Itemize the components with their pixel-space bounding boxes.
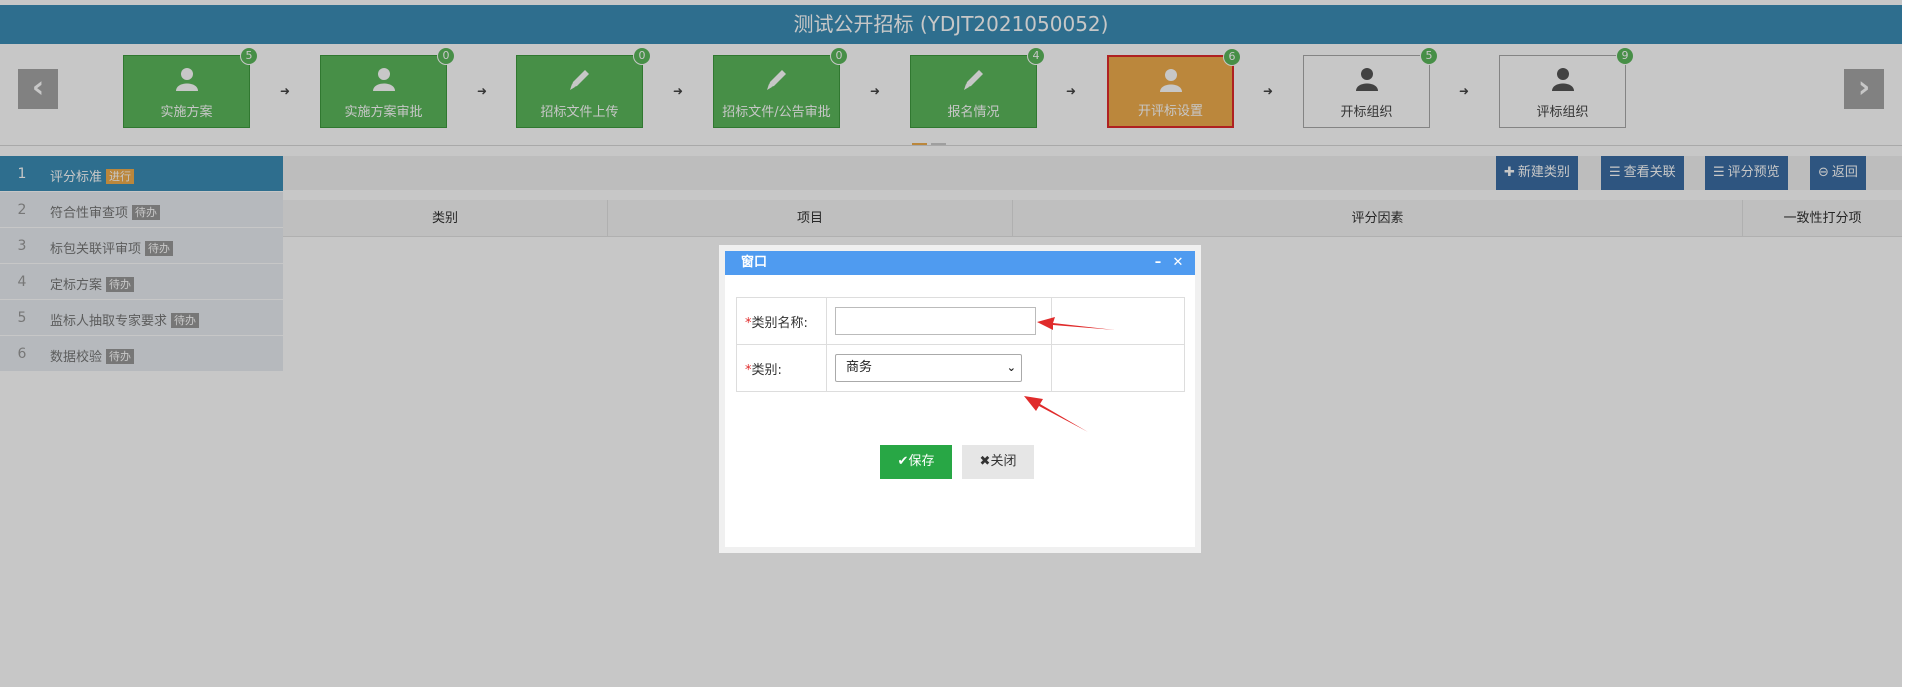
scrollbar-track[interactable] [1902, 0, 1920, 687]
form-label-cell: *类别: [736, 344, 827, 392]
category-name-label: 类别名称: [751, 315, 808, 331]
dialog-body: 窗口 – ✕ *类别名称: *类别: 商务 ⌄ ✔保存 ✖关闭 [725, 251, 1195, 547]
select-value: 商务 [846, 360, 873, 375]
dialog-header: 窗口 – ✕ [725, 251, 1195, 275]
form-row: *类别: 商务 ⌄ [736, 344, 1185, 392]
chevron-down-icon: ⌄ [1006, 361, 1016, 374]
form-row: *类别名称: [736, 297, 1185, 345]
category-type-select[interactable]: 商务 ⌄ [835, 354, 1022, 382]
check-icon: ✔ [897, 454, 909, 469]
category-type-label: 类别: [751, 362, 782, 378]
button-label: 关闭 [990, 454, 1017, 469]
save-button[interactable]: ✔保存 [880, 445, 952, 479]
category-name-input[interactable] [835, 307, 1036, 335]
close-icon[interactable]: ✕ [1171, 251, 1185, 275]
page: 测试公开招标 (YDJT2021050052) ‹ › 实施方案 5 ➜ 实施方… [0, 0, 1920, 687]
close-button[interactable]: ✖关闭 [962, 445, 1034, 479]
minimize-icon[interactable]: – [1151, 251, 1165, 275]
close-x-icon: ✖ [979, 454, 991, 469]
category-dialog: 窗口 – ✕ *类别名称: *类别: 商务 ⌄ ✔保存 ✖关闭 [719, 245, 1201, 553]
dialog-form: *类别名称: *类别: 商务 ⌄ [736, 297, 1185, 392]
annotation-arrow-icon [1024, 396, 1088, 432]
dialog-title: 窗口 [741, 255, 768, 270]
form-extra-cell [1051, 344, 1185, 392]
form-value-cell: 商务 ⌄ [826, 344, 1052, 392]
form-label-cell: *类别名称: [736, 297, 827, 345]
annotation-arrow-icon [1037, 317, 1115, 330]
form-value-cell [826, 297, 1052, 345]
button-label: 保存 [908, 454, 935, 469]
